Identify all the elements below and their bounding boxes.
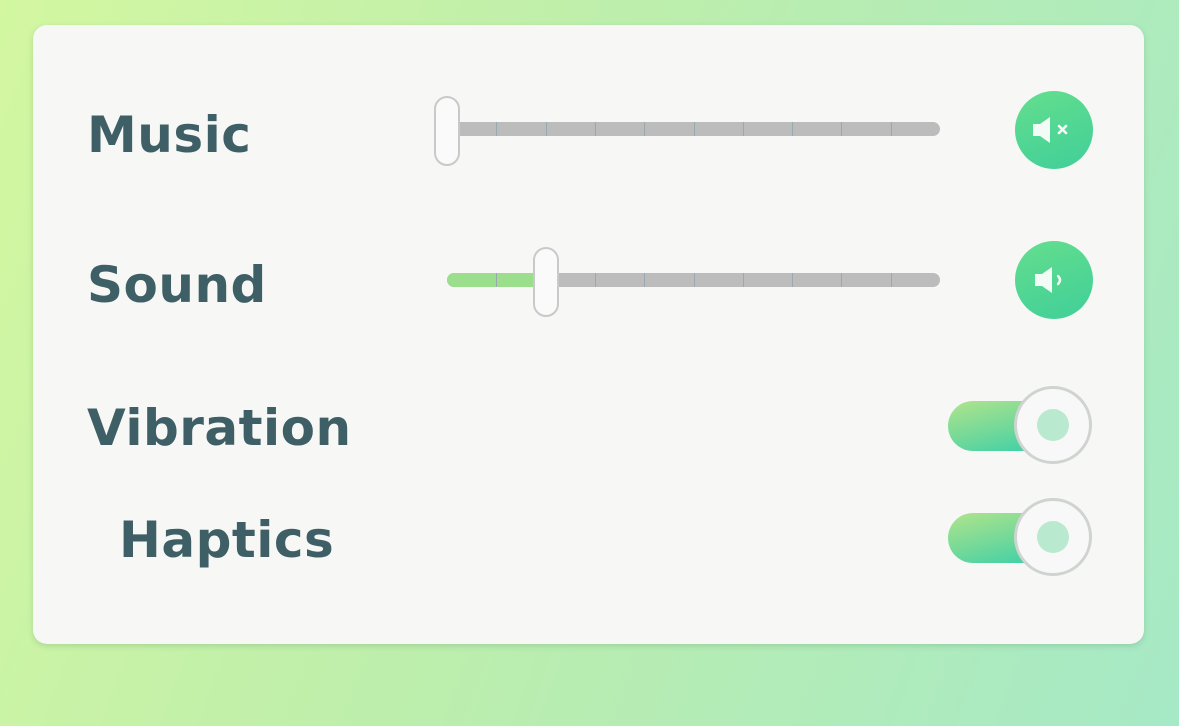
haptics-toggle-knob[interactable] xyxy=(1014,498,1092,576)
music-mute-button[interactable] xyxy=(1015,91,1093,169)
settings-panel: Music Sound Vibration Haptics xyxy=(33,25,1144,644)
haptics-label: Haptics xyxy=(119,511,335,569)
slider-tick xyxy=(841,122,842,136)
slider-tick xyxy=(792,273,793,287)
slider-tick xyxy=(743,273,744,287)
haptics-toggle[interactable] xyxy=(946,498,1094,578)
speaker-muted-icon xyxy=(1033,117,1068,143)
slider-tick xyxy=(792,122,793,136)
slider-tick xyxy=(595,122,596,136)
speaker-low-icon xyxy=(1035,267,1062,293)
slider-tick xyxy=(841,273,842,287)
sound-volume-slider[interactable] xyxy=(447,247,940,317)
vibration-toggle-knob-center xyxy=(1037,409,1069,441)
slider-tick xyxy=(595,273,596,287)
slider-tick xyxy=(496,273,497,287)
slider-tick xyxy=(644,122,645,136)
sound-mute-button[interactable] xyxy=(1015,241,1093,319)
vibration-label: Vibration xyxy=(87,399,352,457)
sound-slider-thumb[interactable] xyxy=(533,247,559,317)
slider-tick xyxy=(891,122,892,136)
slider-tick xyxy=(644,273,645,287)
music-label: Music xyxy=(87,106,252,164)
slider-tick xyxy=(496,122,497,136)
sound-label: Sound xyxy=(87,256,267,314)
slider-tick xyxy=(694,273,695,287)
vibration-toggle-knob[interactable] xyxy=(1014,386,1092,464)
slider-tick xyxy=(743,122,744,136)
slider-tick xyxy=(891,273,892,287)
slider-tick xyxy=(546,122,547,136)
music-slider-thumb[interactable] xyxy=(434,96,460,166)
haptics-toggle-knob-center xyxy=(1037,521,1069,553)
music-volume-slider[interactable] xyxy=(434,96,940,166)
slider-tick xyxy=(694,122,695,136)
vibration-toggle[interactable] xyxy=(946,386,1094,466)
